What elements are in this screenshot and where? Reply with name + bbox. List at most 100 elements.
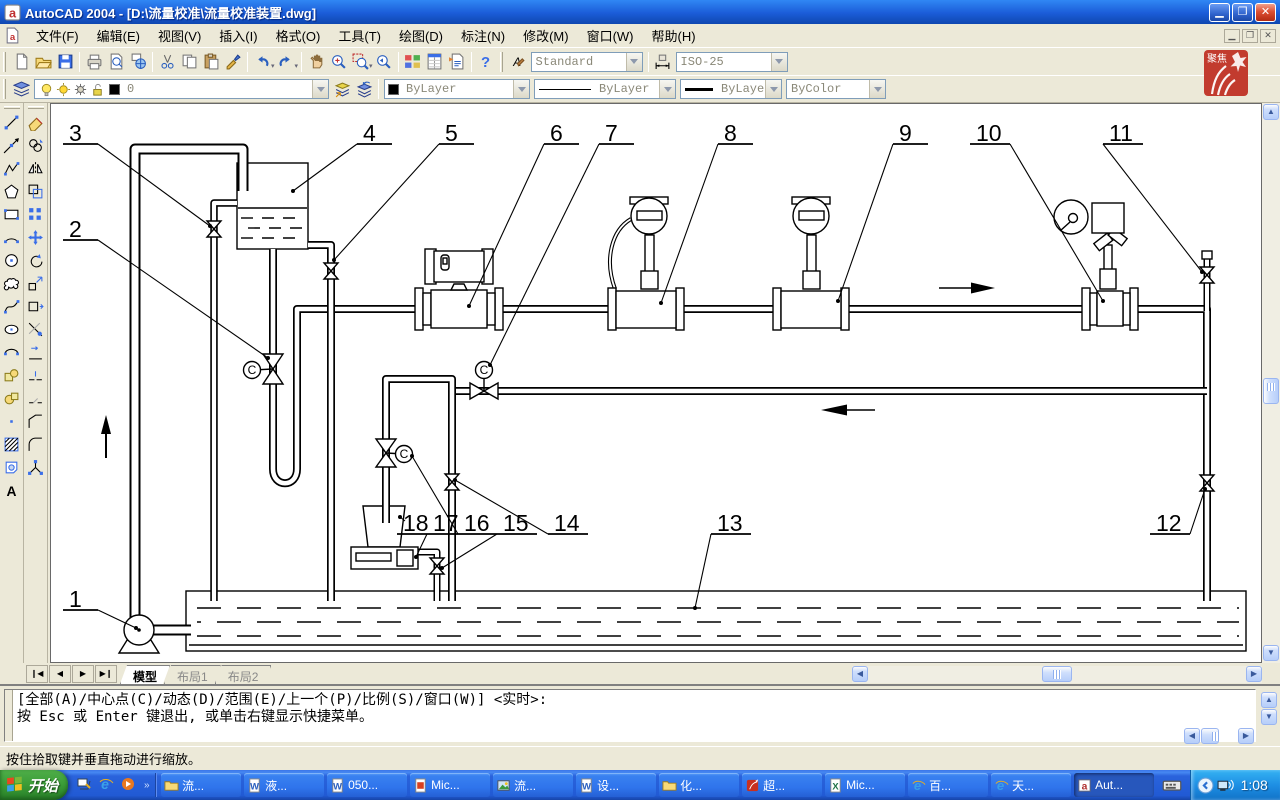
circle-icon[interactable] xyxy=(1,249,23,271)
tab-布局2[interactable]: 布局2 xyxy=(215,665,272,684)
undo-icon[interactable] xyxy=(251,51,273,73)
taskbar-button-Mic...[interactable]: Mic... xyxy=(410,773,490,797)
text-style-combo[interactable]: Standard xyxy=(531,52,643,72)
designcenter-icon[interactable] xyxy=(402,51,424,73)
chevron-down-icon[interactable] xyxy=(765,80,781,98)
layer-previous-icon[interactable] xyxy=(353,78,375,100)
tab-prev-button[interactable]: ◀ xyxy=(49,665,71,683)
taskbar-button-设...[interactable]: W设... xyxy=(576,773,656,797)
child-restore-button[interactable]: ❐ xyxy=(1242,29,1258,43)
publish-to-web-icon[interactable] xyxy=(127,51,149,73)
tab-模型[interactable]: 模型 xyxy=(120,665,170,684)
scrollbar-thumb[interactable] xyxy=(1263,378,1279,404)
multiline-text-icon[interactable]: A xyxy=(1,479,23,501)
hatch-icon[interactable] xyxy=(1,433,23,455)
ellipse-arc-icon[interactable] xyxy=(1,341,23,363)
menu-工具(T)[interactable]: 工具(T) xyxy=(329,23,390,48)
tab-next-button[interactable]: ▶ xyxy=(72,665,94,683)
stretch-icon[interactable] xyxy=(25,295,47,317)
layers-icon[interactable] xyxy=(10,78,32,100)
scrollbar-thumb[interactable] xyxy=(1042,666,1072,682)
scroll-down-icon[interactable]: ▼ xyxy=(1263,645,1279,661)
horizontal-scrollbar[interactable]: ◀ ▶ xyxy=(852,666,1262,683)
vertical-scrollbar[interactable]: ▲ ▼ xyxy=(1262,103,1280,663)
break-icon[interactable] xyxy=(25,387,47,409)
dim-style-combo[interactable]: ISO-25 xyxy=(676,52,788,72)
chamfer-icon[interactable] xyxy=(25,410,47,432)
make-block-icon[interactable] xyxy=(1,387,23,409)
erase-icon[interactable] xyxy=(25,111,47,133)
open-file-icon[interactable] xyxy=(32,51,54,73)
plot-icon[interactable] xyxy=(83,51,105,73)
scroll-up-icon[interactable]: ▲ xyxy=(1261,692,1277,708)
copy-icon[interactable] xyxy=(178,51,200,73)
text-style-icon[interactable]: A xyxy=(507,51,529,73)
toolbar-grip[interactable] xyxy=(500,52,503,72)
redo-icon[interactable] xyxy=(275,51,297,73)
polygon-icon[interactable] xyxy=(1,180,23,202)
scale-icon[interactable] xyxy=(25,272,47,294)
lineweight-combo[interactable]: ByLayer xyxy=(680,79,782,99)
quick-launch-chevron-icon[interactable]: » xyxy=(142,780,152,791)
fillet-icon[interactable] xyxy=(25,433,47,455)
region-icon[interactable] xyxy=(1,456,23,478)
chevron-down-icon[interactable] xyxy=(513,80,529,98)
new-file-icon[interactable] xyxy=(10,51,32,73)
ellipse-icon[interactable] xyxy=(1,318,23,340)
close-button[interactable]: ✕ xyxy=(1255,3,1276,22)
taskbar-button-液...[interactable]: W液... xyxy=(244,773,324,797)
drawing-canvas[interactable]: C C C xyxy=(50,103,1262,663)
scroll-right-icon[interactable]: ▶ xyxy=(1246,666,1262,682)
internet-explorer-icon[interactable]: e xyxy=(98,776,116,794)
match-properties-icon[interactable] xyxy=(222,51,244,73)
scroll-left-icon[interactable]: ◀ xyxy=(1184,728,1200,744)
plot-preview-icon[interactable] xyxy=(105,51,127,73)
child-close-button[interactable]: ✕ xyxy=(1260,29,1276,43)
spline-icon[interactable] xyxy=(1,295,23,317)
taskbar-button-Mic...[interactable]: XMic... xyxy=(825,773,905,797)
polyline-icon[interactable] xyxy=(1,157,23,179)
move-icon[interactable] xyxy=(25,226,47,248)
minimize-button[interactable]: ▁ xyxy=(1209,3,1230,22)
plot-style-combo[interactable]: ByColor xyxy=(786,79,886,99)
taskbar-button-流...[interactable]: 流... xyxy=(493,773,573,797)
child-minimize-button[interactable]: ▁ xyxy=(1224,29,1240,43)
zoom-previous-icon[interactable] xyxy=(373,51,395,73)
command-window-grip[interactable] xyxy=(5,690,13,741)
layer-combo[interactable]: 0 xyxy=(34,79,329,99)
color-combo[interactable]: ByLayer xyxy=(384,79,530,99)
explode-icon[interactable] xyxy=(25,456,47,478)
scroll-up-icon[interactable]: ▲ xyxy=(1263,104,1279,120)
chevron-down-icon[interactable] xyxy=(869,80,885,98)
menu-窗口(W)[interactable]: 窗口(W) xyxy=(578,23,643,48)
keyboard-icon[interactable] xyxy=(1162,775,1182,795)
zoom-window-icon[interactable] xyxy=(349,51,371,73)
taskbar-button-百...[interactable]: e百... xyxy=(908,773,988,797)
menu-格式(O)[interactable]: 格式(O) xyxy=(267,23,330,48)
trim-icon[interactable] xyxy=(25,318,47,340)
taskbar-button-流...[interactable]: 流... xyxy=(161,773,241,797)
taskbar-button-化...[interactable]: 化... xyxy=(659,773,739,797)
zoom-realtime-icon[interactable] xyxy=(327,51,349,73)
make-object-layer-current-icon[interactable] xyxy=(331,78,353,100)
extend-icon[interactable] xyxy=(25,341,47,363)
toolbar-grip[interactable] xyxy=(3,79,6,99)
start-button[interactable]: 开始 xyxy=(0,770,68,800)
command-text[interactable]: [全部(A)/中心点(C)/动态(D)/范围(E)/上一个(P)/比例(S)/窗… xyxy=(13,690,551,741)
line-icon[interactable] xyxy=(1,111,23,133)
tab-last-button[interactable]: ▶❙ xyxy=(95,665,117,683)
taskbar-button-超...[interactable]: 超... xyxy=(742,773,822,797)
insert-block-icon[interactable] xyxy=(1,364,23,386)
menu-文件(F)[interactable]: 文件(F) xyxy=(27,23,88,48)
array-icon[interactable] xyxy=(25,203,47,225)
properties-icon[interactable] xyxy=(424,51,446,73)
menu-帮助(H)[interactable]: 帮助(H) xyxy=(643,23,705,48)
menu-编辑(E)[interactable]: 编辑(E) xyxy=(88,23,149,48)
scrollbar-thumb[interactable] xyxy=(1201,728,1219,744)
taskbar-button-天...[interactable]: e天... xyxy=(991,773,1071,797)
rotate-icon[interactable] xyxy=(25,249,47,271)
construction-line-icon[interactable] xyxy=(1,134,23,156)
pan-icon[interactable] xyxy=(305,51,327,73)
menu-视图(V)[interactable]: 视图(V) xyxy=(149,23,210,48)
menu-插入(I)[interactable]: 插入(I) xyxy=(210,23,266,48)
